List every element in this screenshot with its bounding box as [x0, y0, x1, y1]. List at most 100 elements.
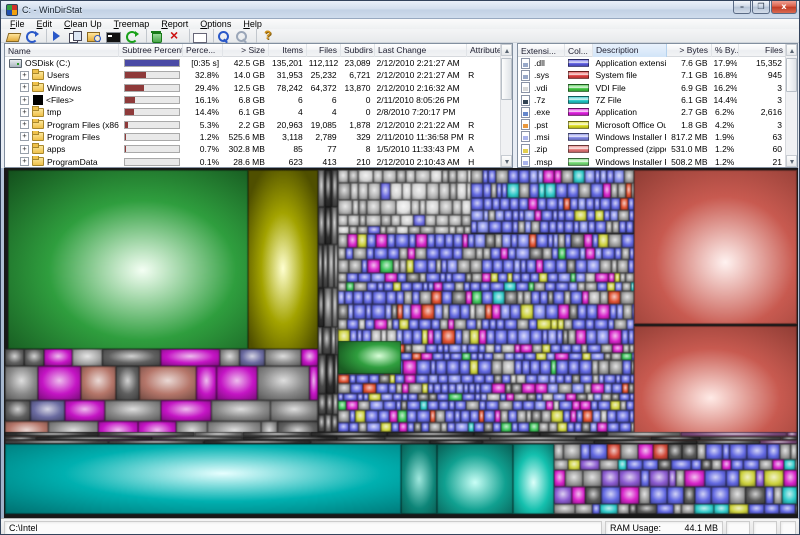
tree-header-lastchange[interactable]: Last Change	[375, 44, 467, 57]
menu-item[interactable]: Clean Up	[58, 19, 108, 29]
extension-row[interactable]: .dll Application extension 7.6 GB 17.9% …	[518, 57, 785, 69]
percent-bytes-value: 1.2%	[711, 143, 738, 155]
scroll-thumb[interactable]	[501, 58, 512, 100]
minimize-button[interactable]: –	[733, 1, 751, 14]
subtree-percentage-bar	[124, 59, 180, 67]
open-folder-button[interactable]	[189, 29, 208, 43]
tree-header-subdirs[interactable]: Subdirs	[341, 44, 375, 57]
tree-vertical-scrollbar[interactable]	[500, 44, 512, 167]
items-value: 135,201	[268, 57, 306, 69]
scroll-down-button[interactable]	[501, 155, 512, 167]
tree-row[interactable]: + Windows 29.4% 12.5 GB 78,242 64,372	[5, 82, 500, 94]
tree-row[interactable]: + ProgramData 0.1% 28.6 MB 623 413	[5, 155, 500, 167]
refresh-selected-button[interactable]	[122, 29, 141, 43]
tree-row[interactable]: + <Files> 16.1% 6.8 GB 6 6	[5, 94, 500, 106]
extension-row[interactable]: .msp Windows Installer Patch 508.2 MB 1.…	[518, 155, 785, 167]
zoom-out-button[interactable]	[232, 29, 251, 43]
status-cell-empty	[780, 521, 796, 535]
ext-header-extension[interactable]: Extensi...	[518, 44, 565, 57]
extension-row[interactable]: .exe Application 2.7 GB 6.2% 2,616	[518, 106, 785, 118]
tree-header-row: Name Subtree Percent... Perce... > Size …	[5, 44, 512, 57]
tree-header-attributes[interactable]: Attributes	[467, 44, 502, 57]
status-cell-empty	[753, 521, 777, 535]
scroll-up-button[interactable]	[786, 44, 797, 56]
tree-row[interactable]: + tmp 14.4% 6.1 GB 4 4 0	[5, 106, 500, 118]
expander-icon[interactable]: +	[20, 108, 29, 117]
command-prompt-button[interactable]	[103, 29, 122, 43]
extension-vertical-scrollbar[interactable]	[785, 44, 797, 167]
menu-item[interactable]: Options	[194, 19, 237, 29]
color-swatch	[568, 108, 590, 116]
dll-icon	[521, 58, 530, 69]
files-count-value: 945	[737, 69, 785, 81]
ext-header-percent-bytes[interactable]: % By...	[712, 44, 739, 57]
tree-row[interactable]: + Program Files 1.2% 525.6 MB 3,118 2	[5, 131, 500, 143]
delete-button[interactable]	[165, 29, 184, 43]
tree-row[interactable]: + Users 32.8% 14.0 GB 31,953 25,232	[5, 69, 500, 81]
recycle-bin-button[interactable]	[146, 29, 165, 43]
tree-row[interactable]: + Program Files (x86) 5.3% 2.2 GB 20,963	[5, 118, 500, 130]
extension-name: .pst	[534, 119, 548, 131]
tree-header-name[interactable]: Name	[5, 44, 119, 57]
ext-header-description[interactable]: Description	[593, 44, 667, 57]
extension-row[interactable]: .7z 7Z File 6.1 GB 14.4% 3	[518, 94, 785, 106]
percentage-value: 29.4%	[182, 82, 222, 94]
open-button[interactable]	[3, 29, 22, 43]
ext-header-bytes[interactable]: > Bytes	[667, 44, 712, 57]
extension-name: .exe	[534, 106, 550, 118]
bytes-value: 6.9 GB	[666, 82, 711, 94]
menu-item[interactable]: File	[4, 19, 31, 29]
subdirs-value: 6,721	[340, 69, 374, 81]
items-value: 20,963	[268, 119, 306, 131]
subdirs-value: 329	[340, 131, 374, 143]
expander-icon[interactable]: +	[20, 83, 29, 92]
extension-row[interactable]: .msi Windows Installer Package 817.2 MB …	[518, 131, 785, 143]
attributes-value: R	[465, 69, 500, 81]
folder-icon	[32, 132, 44, 141]
treemap[interactable]	[4, 168, 798, 518]
subtree-percentage-bar	[124, 145, 180, 153]
vdi-icon	[521, 82, 530, 93]
files-value: 77	[306, 143, 340, 155]
help-button[interactable]	[256, 29, 275, 43]
expander-icon[interactable]: +	[20, 120, 29, 129]
folder-icon	[32, 108, 44, 117]
item-name: tmp	[47, 106, 61, 118]
tree-header-items[interactable]: Items	[269, 44, 307, 57]
extension-row[interactable]: .sys System file 7.1 GB 16.8% 945	[518, 69, 785, 81]
tree-row[interactable]: OSDisk (C:) [0:35 s] 42.5 GB 135,201 112…	[5, 57, 500, 69]
refresh-all-button[interactable]	[22, 29, 41, 43]
subtree-percentage-bar	[124, 133, 180, 141]
tree-header-size[interactable]: > Size	[223, 44, 269, 57]
expander-icon[interactable]: +	[20, 96, 29, 105]
ext-header-color[interactable]: Col...	[565, 44, 593, 57]
tree-header-files[interactable]: Files	[307, 44, 341, 57]
resume-button[interactable]	[46, 29, 65, 43]
scroll-thumb[interactable]	[786, 58, 797, 92]
extension-list-panel: Extensi... Col... Description > Bytes % …	[517, 43, 798, 168]
zoom-in-button[interactable]	[213, 29, 232, 43]
extension-row[interactable]: .zip Compressed (zipped) Folder 531.0 MB…	[518, 143, 785, 155]
ext-header-files[interactable]: Files	[739, 44, 787, 57]
description-value: VDI File	[592, 82, 665, 94]
app-icon[interactable]	[6, 4, 18, 16]
title-bar[interactable]: C: - WinDirStat – ❐ x	[1, 1, 799, 19]
subdirs-value: 0	[340, 106, 374, 118]
expander-icon[interactable]: +	[20, 145, 29, 154]
expander-icon[interactable]: +	[20, 157, 29, 166]
expander-icon[interactable]: +	[20, 71, 29, 80]
tree-row[interactable]: + apps 0.7% 302.8 MB 85 77	[5, 143, 500, 155]
tree-header-percentage[interactable]: Perce...	[183, 44, 223, 57]
tree-header-subtree[interactable]: Subtree Percent...	[119, 44, 183, 57]
expander-icon[interactable]: +	[20, 132, 29, 141]
close-button[interactable]: x	[771, 1, 797, 14]
scroll-down-button[interactable]	[786, 155, 797, 167]
scroll-up-button[interactable]	[501, 44, 512, 56]
menu-item[interactable]: Treemap	[108, 19, 156, 29]
menu-item[interactable]: Edit	[31, 19, 59, 29]
maximize-button[interactable]: ❐	[752, 1, 770, 14]
extension-row[interactable]: .pst Microsoft Office Outlook Pe... 1.8 …	[518, 118, 785, 130]
extension-row[interactable]: .vdi VDI File 6.9 GB 16.2% 3	[518, 82, 785, 94]
explorer-button[interactable]	[84, 29, 103, 43]
copy-button[interactable]	[65, 29, 84, 43]
